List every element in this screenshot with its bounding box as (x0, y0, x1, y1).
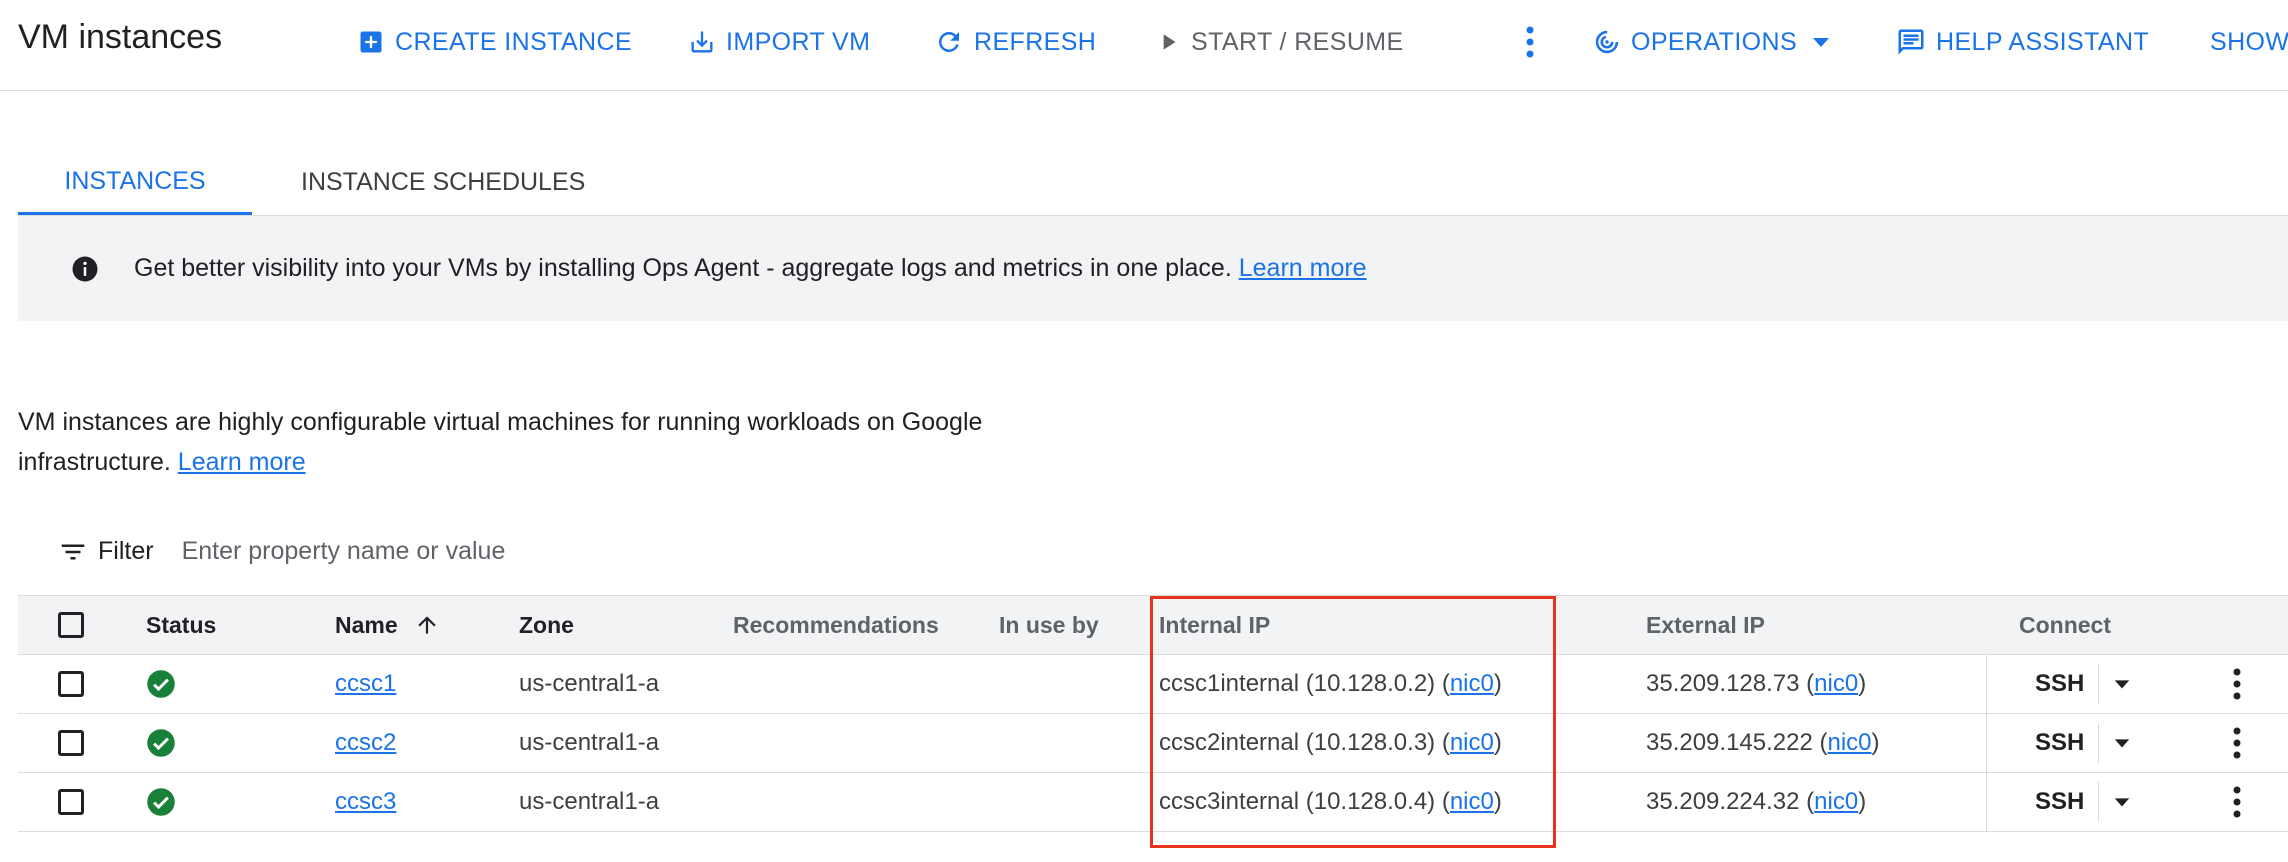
column-header-in-use-by[interactable]: In use by (999, 596, 1099, 654)
refresh-button[interactable]: REFRESH (934, 22, 1096, 62)
import-vm-button[interactable]: IMPORT VM (688, 22, 870, 62)
external-ip-value: 35.209.224.32 (1646, 788, 1800, 815)
check-circle-icon (146, 669, 176, 699)
external-ip-value: 35.209.145.222 (1646, 729, 1813, 756)
more-actions-button[interactable] (1516, 22, 1544, 62)
description-learn-more-link[interactable]: Learn more (178, 448, 306, 476)
column-header-zone[interactable]: Zone (519, 596, 574, 654)
help-assistant-label: HELP ASSISTANT (1936, 27, 2150, 56)
arrow-drop-down-icon[interactable] (2113, 796, 2131, 808)
refresh-label: REFRESH (974, 27, 1097, 56)
external-ip-cell: 35.209.224.32 (nic0) (1646, 788, 1867, 816)
banner-learn-more-link[interactable]: Learn more (1239, 254, 1367, 282)
external-ip-cell: 35.209.128.73 (nic0) (1646, 670, 1867, 698)
external-nic-link[interactable]: nic0 (1814, 670, 1858, 698)
more-vert-icon (1516, 22, 1544, 62)
ssh-button[interactable]: SSH (2035, 788, 2084, 816)
help-assistant-button[interactable]: HELP ASSISTANT (1896, 22, 2149, 62)
page-title: VM instances (18, 18, 223, 56)
column-header-recommendations[interactable]: Recommendations (733, 596, 939, 654)
column-header-name[interactable]: Name (335, 596, 440, 654)
column-header-external-ip[interactable]: External IP (1646, 596, 1765, 654)
ssh-divider (2098, 723, 2100, 763)
connect-cell: SSH (2035, 655, 2131, 713)
ssh-button[interactable]: SSH (2035, 729, 2084, 757)
ssh-divider (2098, 664, 2100, 704)
tab-instances[interactable]: INSTANCES (18, 150, 252, 216)
arrow-drop-down-icon (1811, 36, 1831, 48)
zone-cell: us-central1-a (519, 788, 660, 815)
tab-instance-schedules-label: INSTANCE SCHEDULES (301, 167, 586, 196)
ssh-divider (2098, 782, 2100, 822)
check-circle-icon (146, 787, 176, 817)
play-icon (1155, 29, 1181, 55)
row-checkbox[interactable] (58, 789, 84, 815)
description-text: VM instances are highly configurable vir… (18, 408, 983, 476)
more-vert-icon[interactable] (2230, 666, 2244, 702)
ssh-button[interactable]: SSH (2035, 670, 2084, 698)
start-resume-label: START / RESUME (1191, 27, 1404, 56)
show-label: SHOW (2210, 27, 2288, 56)
refresh-icon (934, 27, 964, 57)
connect-cell: SSH (2035, 773, 2131, 831)
zone-cell: us-central1-a (519, 729, 660, 756)
ops-agent-banner: Get better visibility into your VMs by i… (18, 216, 2288, 321)
external-ip-cell: 35.209.145.222 (nic0) (1646, 729, 1880, 757)
connect-cell: SSH (2035, 714, 2131, 772)
more-vert-icon[interactable] (2230, 784, 2244, 820)
select-all-checkbox[interactable] (58, 612, 84, 638)
create-instance-label: CREATE INSTANCE (395, 27, 633, 56)
import-icon (688, 28, 716, 56)
instance-name-link[interactable]: ccsc1 (335, 670, 396, 698)
create-instance-button[interactable]: CREATE INSTANCE (357, 22, 632, 62)
arrow-drop-down-icon[interactable] (2113, 737, 2131, 749)
banner-text: Get better visibility into your VMs by i… (134, 254, 1367, 283)
external-ip-value: 35.209.128.73 (1646, 670, 1800, 697)
instance-name-link[interactable]: ccsc3 (335, 788, 396, 816)
operations-button[interactable]: OPERATIONS (1593, 22, 1831, 62)
row-checkbox[interactable] (58, 671, 84, 697)
check-circle-icon (146, 728, 176, 758)
external-nic-link[interactable]: nic0 (1814, 788, 1858, 816)
add-box-icon (357, 28, 385, 56)
column-header-name-label: Name (335, 611, 398, 638)
sort-arrow-up-icon (414, 611, 440, 639)
tab-instance-schedules[interactable]: INSTANCE SCHEDULES (301, 150, 585, 214)
filter-input[interactable] (179, 536, 884, 567)
tab-instances-label: INSTANCES (64, 166, 206, 195)
more-vert-icon[interactable] (2230, 725, 2244, 761)
external-nic-link[interactable]: nic0 (1828, 729, 1872, 757)
banner-message: Get better visibility into your VMs by i… (134, 254, 1232, 282)
operations-label: OPERATIONS (1631, 27, 1798, 56)
operations-icon (1593, 28, 1621, 56)
help-assistant-icon (1896, 27, 1926, 57)
column-header-status[interactable]: Status (146, 596, 216, 654)
start-resume-button[interactable]: START / RESUME (1155, 22, 1404, 62)
arrow-drop-down-icon[interactable] (2113, 678, 2131, 690)
show-button[interactable]: SHOW (2210, 22, 2288, 62)
info-icon (70, 254, 100, 284)
column-header-connect[interactable]: Connect (2019, 596, 2111, 654)
filter-label: Filter (98, 537, 154, 565)
import-vm-label: IMPORT VM (726, 27, 871, 56)
filter-bar: Filter (58, 536, 884, 567)
instance-name-link[interactable]: ccsc2 (335, 729, 396, 757)
filter-icon[interactable] (58, 537, 88, 567)
row-checkbox[interactable] (58, 730, 84, 756)
top-toolbar: VM instances CREATE INSTANCE IMPORT VM R… (0, 0, 2288, 91)
zone-cell: us-central1-a (519, 670, 660, 697)
page-description: VM instances are highly configurable vir… (18, 402, 1078, 482)
internal-ip-highlight-box (1150, 596, 1556, 848)
